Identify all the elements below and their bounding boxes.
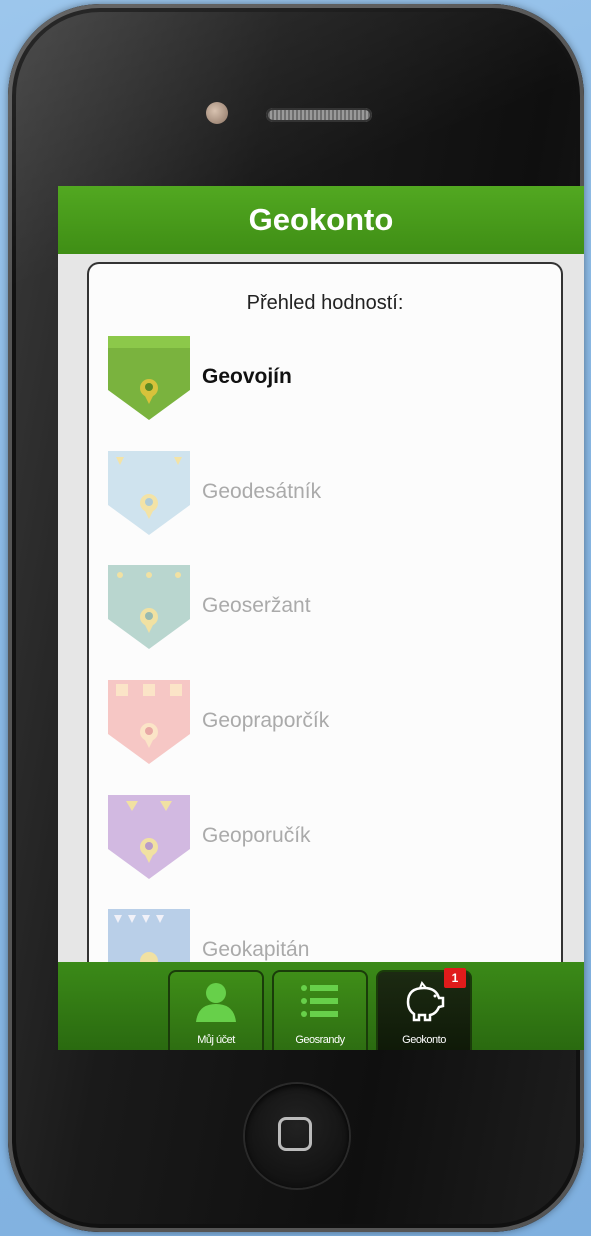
list-icon: [301, 985, 338, 1017]
rank-item-geopraporcik[interactable]: Geopraporčík: [106, 676, 546, 766]
rank-badge-icon: [108, 565, 190, 649]
title-bar: Geokonto: [58, 186, 584, 254]
rank-label: Geopraporčík: [202, 709, 330, 732]
bottom-tab-bar: Můj účet Geosrandy 1 Geokonto: [58, 962, 584, 1050]
ranks-heading: Přehled hodností:: [246, 292, 404, 314]
tab-my-account[interactable]: Můj účet: [168, 970, 264, 1050]
rank-item-geodesatnik[interactable]: Geodesátník: [106, 447, 546, 537]
rank-badge-icon: [108, 680, 190, 764]
home-square-icon: [278, 1117, 312, 1151]
tab-geokonto[interactable]: 1 Geokonto: [376, 968, 472, 1050]
ranks-card: Přehled hodností: Geovojín Geodesátník G…: [87, 262, 563, 984]
tab-label: Můj účet: [197, 1034, 235, 1046]
tab-label: Geosrandy: [295, 1034, 345, 1046]
rank-item-geovojin[interactable]: Geovojín: [106, 332, 546, 422]
tab-geosrandy[interactable]: Geosrandy: [272, 970, 368, 1050]
rank-badge-icon: [108, 336, 190, 420]
rank-badge-icon: [108, 451, 190, 535]
rank-label: Geokapitán: [202, 938, 310, 961]
rank-label: Geoporučík: [202, 824, 311, 847]
rank-item-geoporucik[interactable]: Geoporučík: [106, 791, 546, 881]
rank-badge-icon: [108, 795, 190, 879]
rank-label: Geovojín: [202, 365, 292, 388]
earpiece-speaker: [266, 108, 372, 122]
app-screen: Geokonto Přehled hodností: Geovojín Geod…: [58, 186, 584, 1050]
front-camera: [206, 102, 228, 124]
page-title: Geokonto: [248, 202, 394, 237]
phone-frame: Geokonto Přehled hodností: Geovojín Geod…: [8, 4, 584, 1232]
notification-badge: 1: [444, 968, 466, 988]
home-button[interactable]: [245, 1084, 349, 1188]
rank-item-geoserzant[interactable]: Geoseržant: [106, 561, 546, 651]
rank-label: Geodesátník: [202, 480, 322, 503]
tab-label: Geokonto: [402, 1034, 446, 1046]
rank-label: Geoseržant: [202, 594, 311, 617]
piggy-bank-icon: [406, 981, 445, 1022]
user-icon: [196, 983, 236, 1022]
